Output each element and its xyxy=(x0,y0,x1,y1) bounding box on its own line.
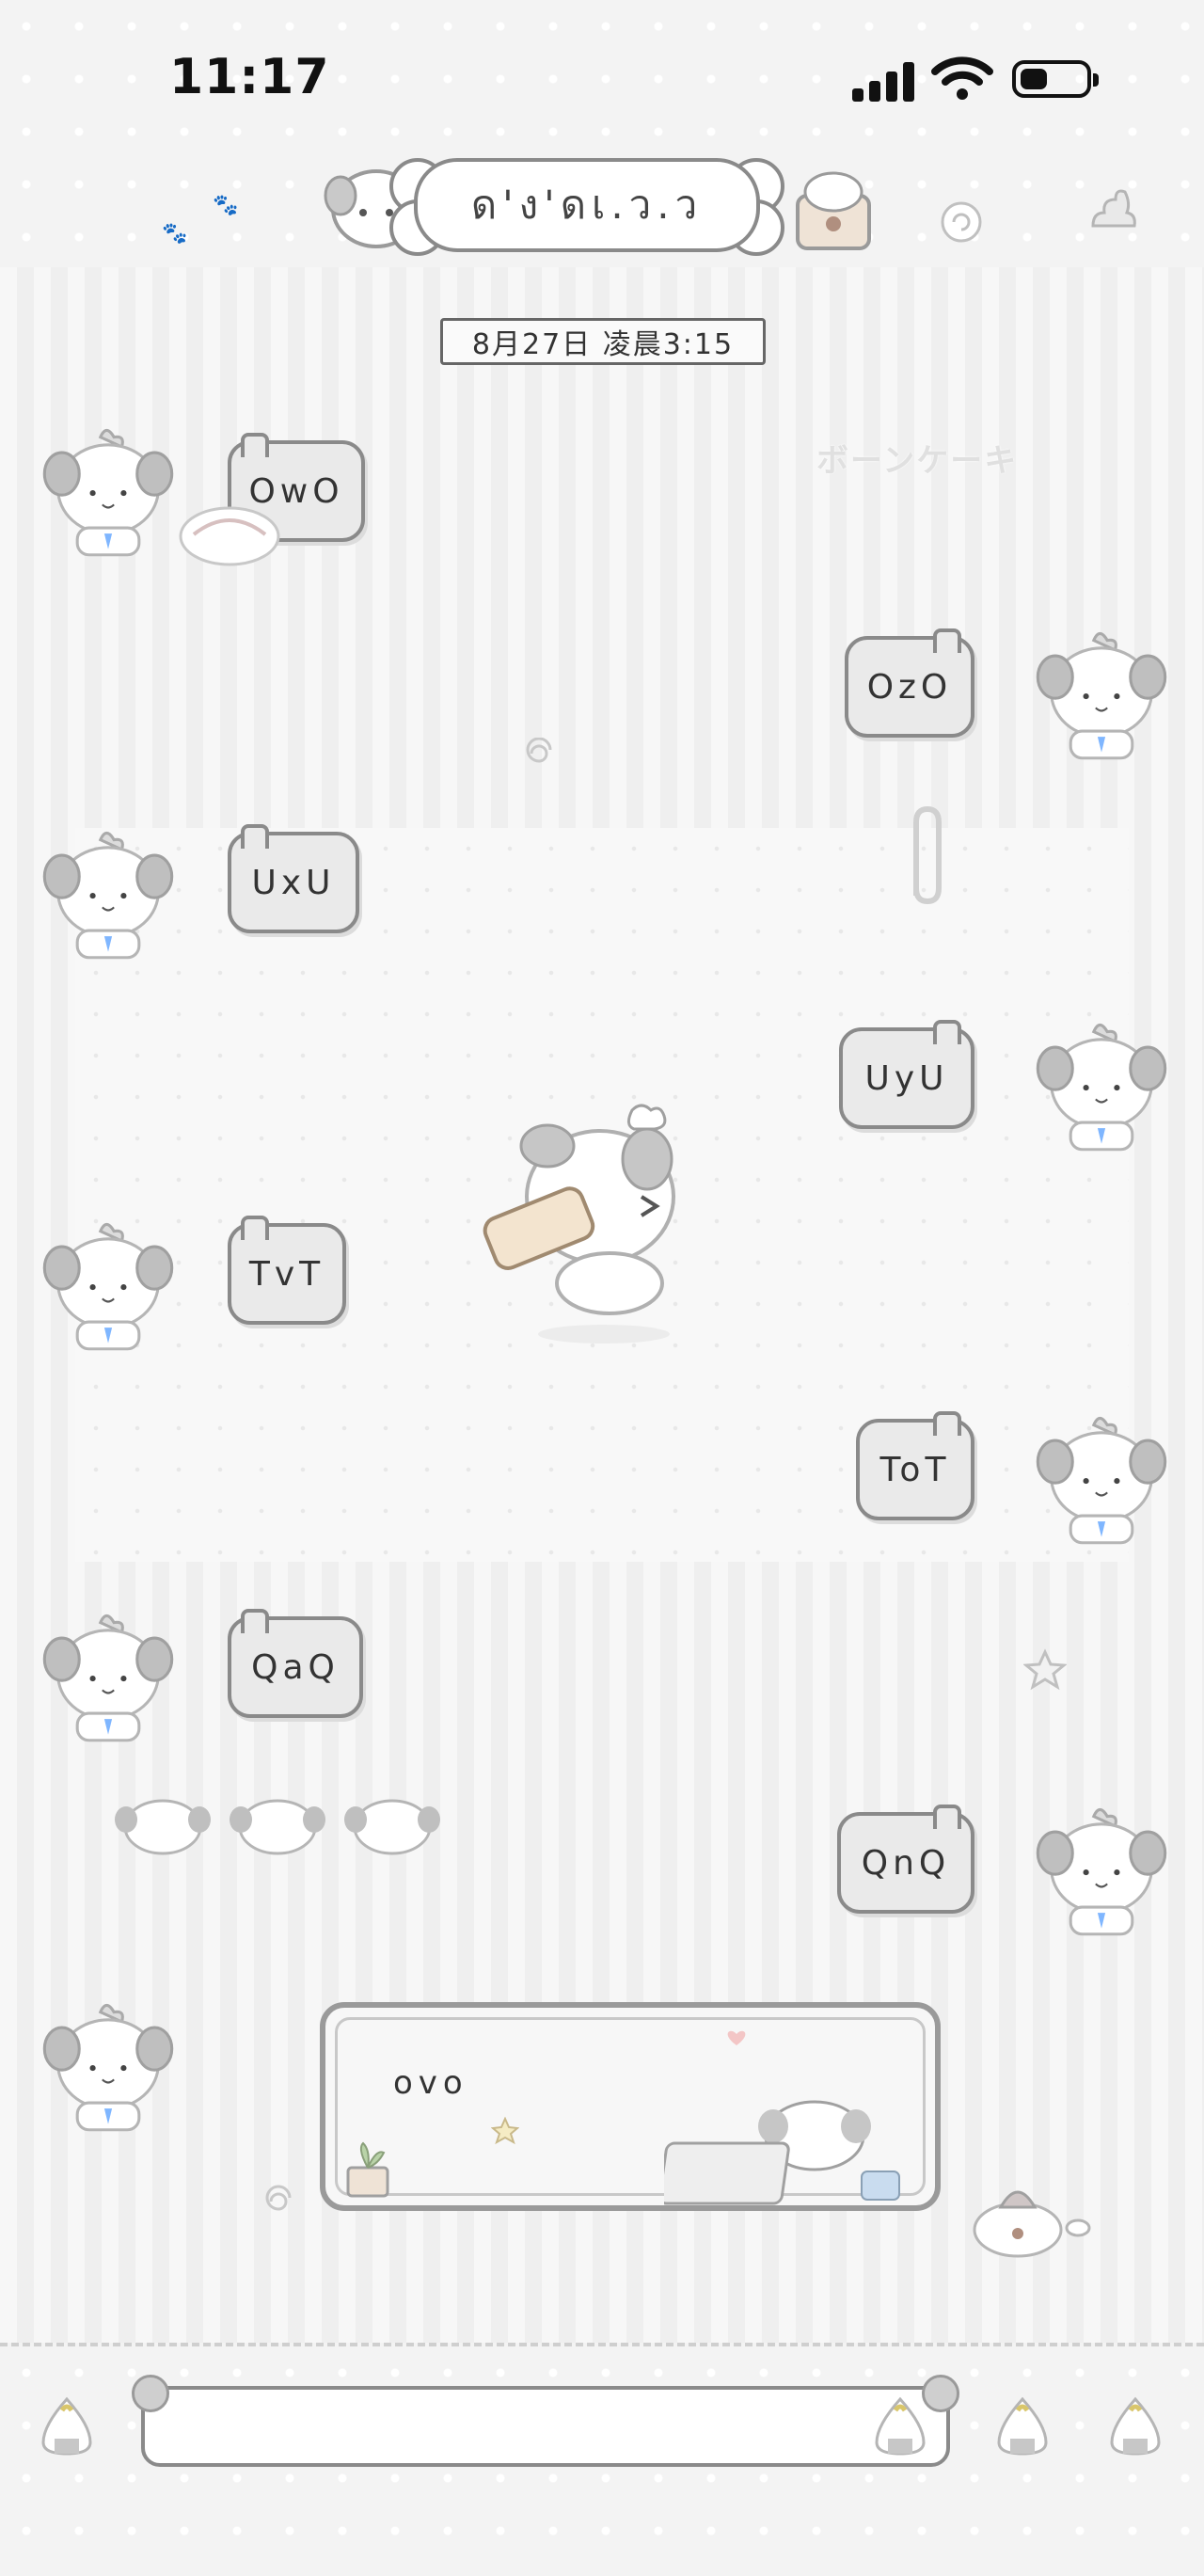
contact-avatar[interactable] xyxy=(38,1989,179,2139)
card-message-text: ovo xyxy=(393,2064,468,2102)
heart-icon xyxy=(727,2030,746,2045)
star-icon xyxy=(491,2117,519,2145)
swirl-icon xyxy=(526,738,552,763)
bowl-sticker-icon xyxy=(973,2190,1091,2258)
top-header: 11:17 ด'ง'ดเ.ว.ว 🐾 🐾 xyxy=(0,0,1204,271)
status-time: 11:17 xyxy=(169,49,330,105)
message-input[interactable] xyxy=(132,2375,959,2467)
contact-avatar[interactable] xyxy=(38,414,179,564)
more-button[interactable] xyxy=(990,2393,1055,2459)
paw-icon-2: 🐾 xyxy=(213,194,239,217)
my-avatar[interactable] xyxy=(1031,1009,1172,1159)
contact-avatar[interactable] xyxy=(38,1599,179,1750)
card-message[interactable]: ovo xyxy=(320,2002,941,2211)
cake-sticker-icon xyxy=(179,506,280,566)
poop-sticker-icon xyxy=(1091,189,1136,228)
date-separator: 8月27日 凌晨3:15 xyxy=(440,318,766,365)
message-text-input[interactable] xyxy=(164,2403,901,2452)
plant-pot-icon xyxy=(346,2141,389,2198)
basket-sticker-icon xyxy=(796,171,871,250)
battery-icon xyxy=(1012,60,1099,98)
puppy-face-icon xyxy=(115,1799,211,1855)
wifi-icon xyxy=(931,56,993,100)
message-bubble[interactable]: UyU xyxy=(839,1020,974,1129)
chat-title[interactable]: ด'ง'ดเ.ว.ว xyxy=(414,158,760,252)
my-avatar[interactable] xyxy=(1031,617,1172,768)
watermark-text: ボーンケーキ xyxy=(816,442,1019,480)
emoji-button[interactable] xyxy=(867,2393,933,2459)
my-avatar[interactable] xyxy=(1031,1402,1172,1552)
message-bubble[interactable]: QnQ xyxy=(837,1805,974,1914)
cellular-signal-icon xyxy=(852,60,918,102)
chef-puppy-sticker-icon xyxy=(483,1104,675,1344)
message-bubble[interactable]: UxU xyxy=(228,824,359,933)
contact-avatar[interactable] xyxy=(38,1208,179,1359)
send-button[interactable] xyxy=(1102,2393,1168,2459)
message-bubble[interactable]: ToT xyxy=(856,1411,974,1520)
swirl-icon xyxy=(265,2185,292,2211)
my-avatar[interactable] xyxy=(1031,1793,1172,1944)
swirl-icon xyxy=(941,201,982,243)
message-bubble[interactable]: QaQ xyxy=(228,1609,363,1718)
onigiri-sticker-button[interactable] xyxy=(34,2393,100,2459)
paw-icon: 🐾 xyxy=(162,222,188,246)
contact-avatar[interactable] xyxy=(38,817,179,967)
laptop-puppy-icon xyxy=(664,2100,900,2205)
star-icon xyxy=(1023,1648,1067,1691)
paperclip-icon xyxy=(913,805,942,905)
puppy-face-icon xyxy=(230,1799,325,1855)
puppy-face-icon xyxy=(344,1799,440,1855)
message-bubble[interactable]: TvT xyxy=(228,1216,346,1325)
message-bubble[interactable]: OzO xyxy=(845,628,974,738)
